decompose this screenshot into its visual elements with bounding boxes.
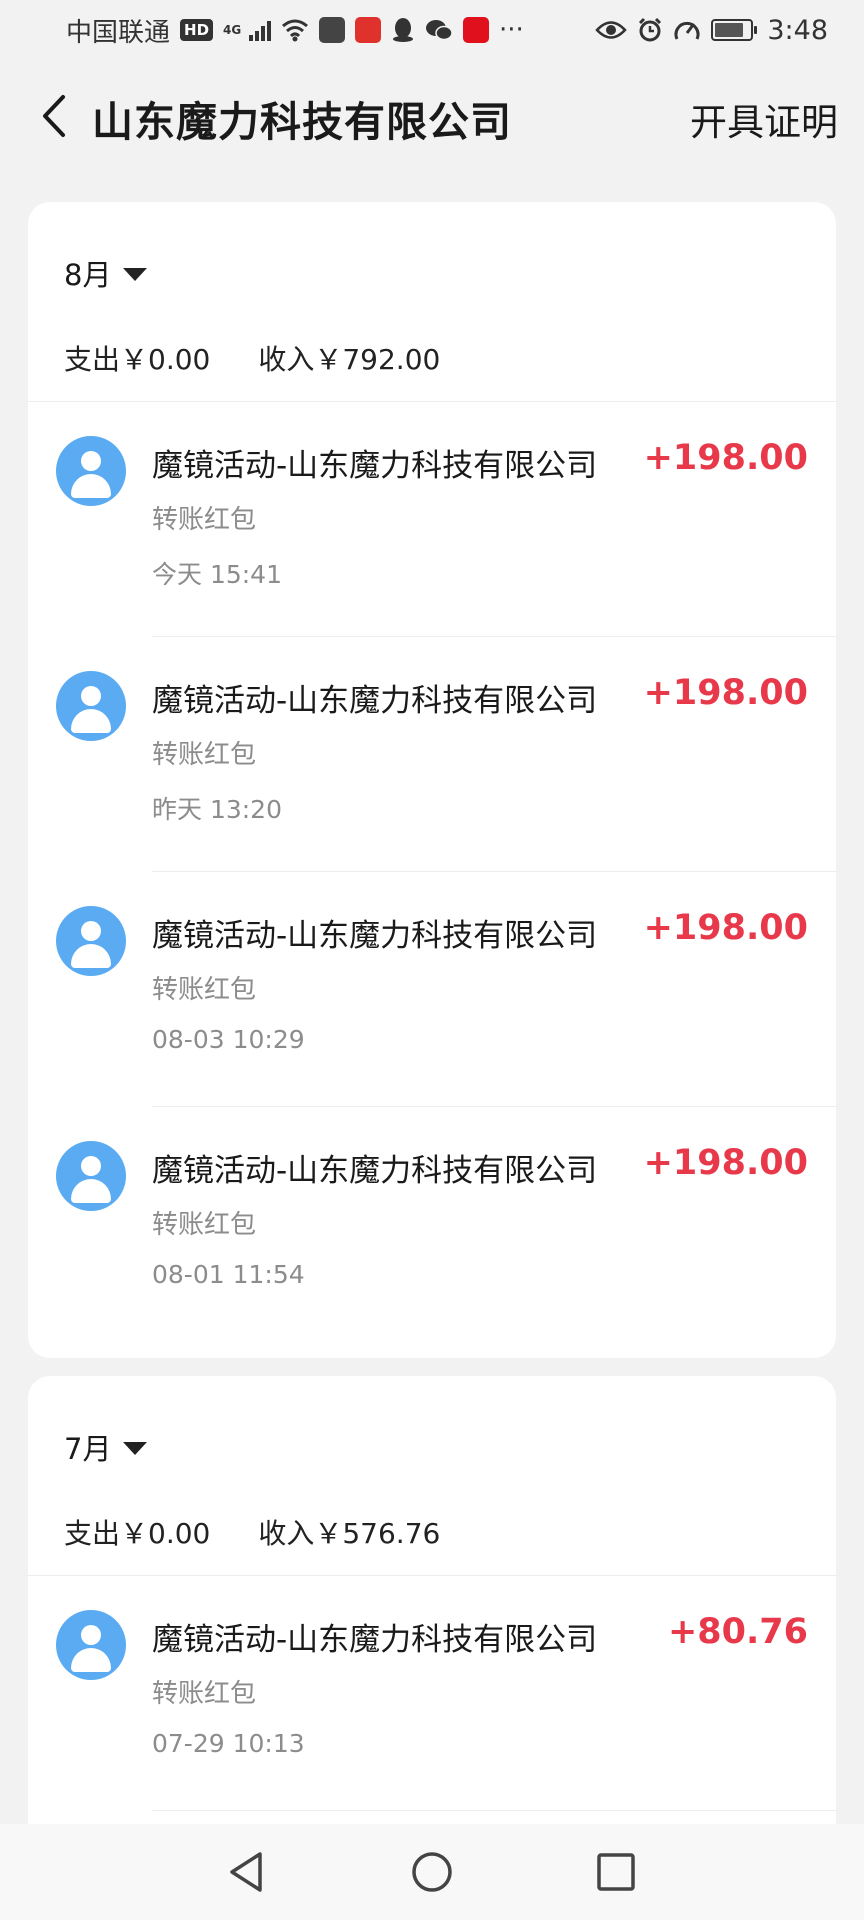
- carrier-name: 中国联通: [66, 17, 171, 48]
- nav-recents-button[interactable]: [586, 1842, 646, 1902]
- signal-icon: [249, 19, 272, 41]
- transaction-amount: +80.76: [667, 1612, 808, 1652]
- transaction-time: 昨天 13:20: [152, 795, 282, 824]
- transaction-name: 魔镜活动-山东魔力科技有限公司: [152, 1153, 598, 1189]
- status-bar: 中国联通 HD 4G ··· 3:48: [0, 0, 864, 60]
- eye-icon: [595, 21, 628, 39]
- transaction-name: 魔镜活动-山东魔力科技有限公司: [152, 1622, 598, 1658]
- caret-down-icon: [123, 1441, 148, 1455]
- transaction-row[interactable]: 魔镜活动-山东魔力科技有限公司 转账红包 07-29 10:13 +80.76: [28, 1576, 836, 1811]
- battery-icon: [711, 19, 758, 41]
- user-avatar-icon: [56, 1141, 126, 1211]
- transaction-row[interactable]: 魔镜活动-山东魔力科技有限公司 转账红包 08-03 10:29 +198.00: [28, 872, 836, 1107]
- transaction-amount: +198.00: [643, 908, 808, 948]
- network-type: 4G: [223, 23, 242, 37]
- caret-down-icon: [123, 267, 148, 281]
- triangle-back-icon: [230, 1852, 262, 1892]
- month-summary: 支出￥0.00 收入￥576.76: [64, 1512, 440, 1552]
- month-header: 8月 支出￥0.00 收入￥792.00: [28, 202, 836, 402]
- divider: [152, 1810, 836, 1811]
- issue-certificate-button[interactable]: 开具证明: [690, 92, 838, 146]
- transaction-time: 08-01 11:54: [152, 1260, 305, 1289]
- square-recents-icon: [597, 1853, 635, 1891]
- month-card-august: 8月 支出￥0.00 收入￥792.00 魔镜活动-山东魔力科技有限公司 转账红…: [28, 202, 836, 1358]
- transaction-time: 今天 15:41: [152, 560, 282, 589]
- user-avatar-icon: [56, 671, 126, 741]
- nav-home-button[interactable]: [402, 1842, 462, 1902]
- month-selector[interactable]: 7月: [64, 1426, 148, 1468]
- heart-app-icon: [463, 17, 490, 43]
- back-button[interactable]: [24, 86, 84, 146]
- user-avatar-icon: [56, 436, 126, 506]
- alarm-icon: [639, 17, 662, 42]
- page-title: 山东魔力科技有限公司: [92, 98, 512, 146]
- month-label: 8月: [64, 258, 112, 292]
- system-nav-bar: [0, 1824, 864, 1920]
- hd-badge: HD: [180, 19, 214, 41]
- income-total: 收入￥576.76: [258, 1517, 441, 1550]
- wechat-icon: [426, 20, 453, 41]
- nav-back-button[interactable]: [216, 1842, 276, 1902]
- transaction-time: 08-03 10:29: [152, 1025, 305, 1054]
- status-bar-right: 3:48: [595, 15, 828, 46]
- transaction-name: 魔镜活动-山东魔力科技有限公司: [152, 918, 598, 954]
- month-selector[interactable]: 8月: [64, 252, 148, 294]
- pinduoduo-app-icon: [355, 17, 382, 43]
- transaction-name: 魔镜活动-山东魔力科技有限公司: [152, 683, 598, 719]
- qq-icon: [393, 18, 414, 42]
- transaction-type: 转账红包: [152, 740, 257, 770]
- status-bar-left: 中国联通 HD 4G ···: [66, 12, 524, 49]
- transaction-row[interactable]: 魔镜活动-山东魔力科技有限公司 转账红包 今天 15:41 +198.00: [28, 402, 836, 637]
- transaction-type: 转账红包: [152, 1679, 257, 1709]
- chevron-left-icon: [43, 95, 65, 137]
- month-label: 7月: [64, 1432, 112, 1466]
- income-total: 收入￥792.00: [258, 343, 441, 376]
- expense-total: 支出￥0.00: [64, 343, 211, 376]
- transaction-type: 转账红包: [152, 505, 257, 535]
- expense-total: 支出￥0.00: [64, 1517, 211, 1550]
- clock: 3:48: [767, 14, 828, 46]
- month-summary: 支出￥0.00 收入￥792.00: [64, 338, 440, 378]
- transaction-row[interactable]: 魔镜活动-山东魔力科技有限公司 转账红包 昨天 13:20 +198.00: [28, 637, 836, 872]
- transaction-name: 魔镜活动-山东魔力科技有限公司: [152, 448, 598, 484]
- user-avatar-icon: [56, 906, 126, 976]
- app-header: 山东魔力科技有限公司 开具证明: [0, 60, 864, 172]
- transaction-row[interactable]: 魔镜活动-山东魔力科技有限公司 转账红包 08-01 11:54 +198.00: [28, 1107, 836, 1342]
- transaction-type: 转账红包: [152, 975, 257, 1005]
- transaction-amount: +198.00: [643, 1143, 808, 1183]
- user-avatar-icon: [56, 1610, 126, 1680]
- transaction-amount: +198.00: [643, 438, 808, 478]
- month-header: 7月 支出￥0.00 收入￥576.76: [28, 1376, 836, 1576]
- transaction-time: 07-29 10:13: [152, 1729, 305, 1758]
- more-notifications-icon: ···: [499, 15, 524, 45]
- shopping-bag-app-icon: [319, 17, 346, 43]
- circle-home-icon: [412, 1852, 452, 1892]
- speed-icon: [674, 21, 700, 40]
- wifi-icon: [282, 19, 308, 42]
- transaction-type: 转账红包: [152, 1210, 257, 1240]
- transaction-amount: +198.00: [643, 673, 808, 713]
